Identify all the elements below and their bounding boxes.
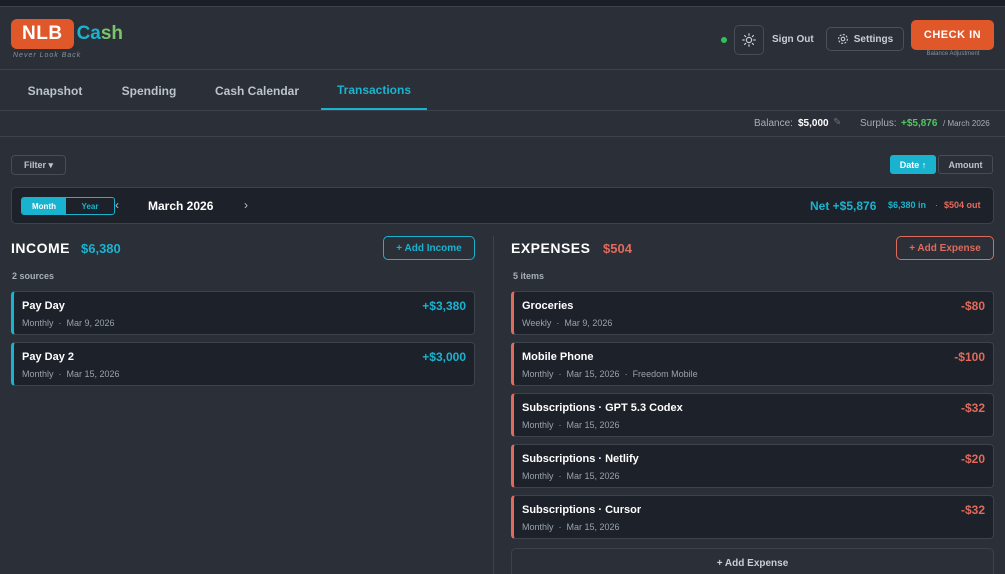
expense-row[interactable]: Groceries Weekly · Mar 9, 2026 -$80 [511, 291, 994, 335]
income-freq: Monthly [22, 369, 54, 379]
expense-name: Subscriptions · GPT 5.3 Codex [522, 402, 683, 414]
filter-button[interactable]: Filter ▾ [11, 155, 66, 175]
add-income-button[interactable]: + Add Income [383, 236, 475, 260]
expense-name: Subscriptions · Cursor [522, 504, 642, 516]
income-row[interactable]: Pay Day Monthly · Mar 9, 2026 +$3,380 [11, 291, 475, 335]
expense-name: Groceries [522, 300, 574, 312]
expense-date: Mar 15, 2026 [566, 522, 620, 532]
net-out: $504 out [944, 200, 981, 210]
main-tabs: Snapshot Spending Cash Calendar Transact… [0, 71, 1005, 111]
add-expense-bottom-button[interactable]: + Add Expense [511, 548, 994, 574]
expense-date: Mar 9, 2026 [564, 318, 613, 328]
expense-amount: -$20 [960, 452, 985, 466]
income-date: Mar 9, 2026 [66, 318, 115, 328]
top-strip [0, 0, 1005, 7]
income-total: $6,380 [81, 241, 121, 256]
settings-button[interactable]: Settings [826, 27, 904, 51]
pencil-icon[interactable]: ✎ [833, 117, 841, 128]
expenses-count: 5 items [513, 271, 545, 281]
tab-transactions[interactable]: Transactions [321, 71, 427, 110]
expense-meta: Monthly · Mar 15, 2026 [522, 522, 620, 532]
expense-freq: Monthly [522, 522, 554, 532]
income-row[interactable]: Pay Day 2 Monthly · Mar 15, 2026 +$3,000 [11, 342, 475, 386]
expenses-title: EXPENSES [511, 240, 591, 256]
expense-freq: Monthly [522, 420, 554, 430]
logo-nlb: NLB [11, 19, 74, 49]
period-mode-toggle: Month Year [21, 197, 115, 215]
income-amount: +$3,380 [422, 299, 466, 313]
check-in-subtitle: Balance Adjustment [926, 51, 980, 57]
net-total: Net +$5,876 [810, 199, 877, 213]
expenses-total: $504 [603, 241, 632, 256]
expense-freq: Monthly [522, 471, 554, 481]
theme-toggle-button[interactable] [734, 25, 764, 55]
add-expense-button[interactable]: + Add Expense [896, 236, 994, 260]
expense-note: Freedom Mobile [632, 369, 698, 379]
expense-amount: -$80 [960, 299, 985, 313]
period-bar: Month Year ‹ March 2026 › Net +$5,876 $6… [11, 187, 994, 224]
surplus-value: +$5,876 [901, 118, 938, 129]
income-date: Mar 15, 2026 [66, 369, 120, 379]
surplus-period: / March 2026 [943, 119, 990, 128]
net-separator: · [935, 200, 938, 210]
logo-cash-sh: sh [100, 23, 124, 44]
sign-out-link[interactable]: Sign Out [772, 34, 814, 45]
expense-date: Mar 15, 2026 [566, 420, 620, 430]
sort-amount-button[interactable]: Amount [938, 155, 993, 174]
expense-meta: Monthly · Mar 15, 2026 · Freedom Mobile [522, 369, 698, 379]
next-period-button[interactable]: › [244, 198, 248, 212]
expense-freq: Weekly [522, 318, 552, 328]
balance-label: Balance: [754, 118, 793, 129]
expense-amount: -$32 [960, 503, 985, 517]
income-name: Pay Day [22, 300, 65, 312]
expense-meta: Weekly · Mar 9, 2026 [522, 318, 613, 328]
settings-label: Settings [853, 33, 894, 45]
expense-row[interactable]: Mobile Phone Monthly · Mar 15, 2026 · Fr… [511, 342, 994, 386]
sort-date-button[interactable]: Date ↑ [890, 155, 936, 174]
income-freq: Monthly [22, 318, 54, 328]
tab-cash-calendar[interactable]: Cash Calendar [202, 71, 312, 110]
expense-name: Mobile Phone [522, 351, 594, 363]
balance-value: $5,000 [798, 118, 829, 129]
tab-spending[interactable]: Spending [108, 71, 190, 110]
income-meta: Monthly · Mar 9, 2026 [22, 318, 115, 328]
status-indicator [721, 37, 727, 43]
surplus-label: Surplus: [860, 118, 897, 129]
expense-row[interactable]: Subscriptions · GPT 5.3 Codex Monthly · … [511, 393, 994, 437]
tab-snapshot[interactable]: Snapshot [14, 71, 96, 110]
expense-amount: -$32 [960, 401, 985, 415]
logo-tagline: Never Look Back [13, 52, 82, 59]
expense-date: Mar 15, 2026 [566, 471, 620, 481]
logo-cash-ca: Ca [76, 23, 101, 44]
gear-icon [837, 34, 848, 44]
expense-row[interactable]: Subscriptions · Netlify Monthly · Mar 15… [511, 444, 994, 488]
expense-date: Mar 15, 2026 [566, 369, 620, 379]
expense-meta: Monthly · Mar 15, 2026 [522, 471, 620, 481]
app-header: NLB Ca sh Never Look Back Sign Out Settin… [0, 7, 1005, 70]
balance-bar: Balance: $5,000 ✎ Surplus: +$5,876 / Mar… [0, 111, 1005, 137]
mode-year-button[interactable]: Year [66, 198, 114, 214]
sun-icon [742, 33, 756, 47]
income-meta: Monthly · Mar 15, 2026 [22, 369, 120, 379]
income-amount: +$3,000 [422, 350, 466, 364]
income-title: INCOME [11, 240, 70, 256]
expense-amount: -$100 [954, 350, 985, 364]
income-count: 2 sources [12, 271, 55, 281]
expense-row[interactable]: Subscriptions · Cursor Monthly · Mar 15,… [511, 495, 994, 539]
column-divider [493, 236, 494, 574]
logo[interactable]: NLB Ca sh [11, 19, 123, 49]
check-in-button[interactable]: CHECK IN [911, 20, 994, 50]
expense-freq: Monthly [522, 369, 554, 379]
expense-name: Subscriptions · Netlify [522, 453, 639, 465]
period-title: March 2026 [148, 199, 214, 213]
prev-period-button[interactable]: ‹ [115, 198, 119, 212]
expense-meta: Monthly · Mar 15, 2026 [522, 420, 620, 430]
income-name: Pay Day 2 [22, 351, 74, 363]
mode-month-button[interactable]: Month [22, 198, 66, 214]
net-in: $6,380 in [888, 200, 927, 210]
